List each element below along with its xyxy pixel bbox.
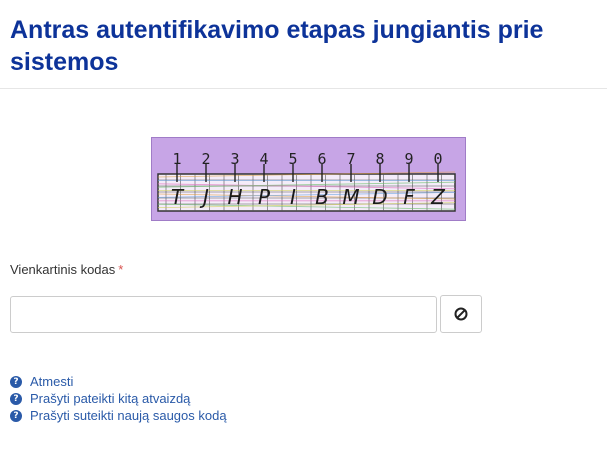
required-marker: * [118, 262, 124, 277]
captcha-char: F [403, 185, 415, 209]
link-row-new-image[interactable]: ? Prašyti pateikti kitą atvaizdą [10, 390, 227, 407]
link-row-reject[interactable]: ? Atmesti [10, 373, 227, 390]
captcha-digit: 9 [404, 150, 413, 168]
captcha-digit: 8 [375, 150, 384, 168]
action-links: ? Atmesti ? Prašyti pateikti kitą atvaiz… [10, 373, 227, 424]
one-time-code-input[interactable] [10, 296, 437, 333]
code-label: Vienkartinis kodas * [10, 262, 123, 277]
request-new-image-link[interactable]: Prašyti pateikti kitą atvaizdą [30, 391, 190, 406]
captcha-image: 1234567890 TJHPIBMDFZ [151, 137, 466, 221]
captcha-digit: 2 [201, 150, 210, 168]
header-divider [0, 88, 607, 89]
captcha-graphic: 1234567890 TJHPIBMDFZ [157, 150, 456, 212]
captcha-digit: 0 [433, 150, 442, 168]
question-circle-icon: ? [10, 392, 22, 405]
page-title: Antras autentifikavimo etapas jungiantis… [10, 16, 544, 76]
captcha-digit: 5 [288, 150, 297, 168]
captcha-digit: 6 [317, 150, 326, 168]
captcha-char: M [342, 185, 359, 209]
captcha-char: T [171, 185, 185, 209]
captcha-digit: 4 [259, 150, 268, 168]
reject-link[interactable]: Atmesti [30, 374, 73, 389]
ban-icon [454, 307, 468, 321]
request-new-code-link[interactable]: Prašyti suteikti naują saugos kodą [30, 408, 227, 423]
question-circle-icon: ? [10, 375, 22, 388]
link-row-new-code[interactable]: ? Prašyti suteikti naują saugos kodą [10, 407, 227, 424]
captcha-char: H [227, 185, 242, 209]
clear-button[interactable] [440, 295, 482, 333]
captcha-char: Z [430, 185, 446, 209]
captcha-digit: 7 [346, 150, 355, 168]
question-circle-icon: ? [10, 409, 22, 422]
captcha-digit: 3 [230, 150, 239, 168]
captcha-char: D [372, 185, 387, 209]
captcha-char: B [315, 185, 329, 209]
captcha-digit: 1 [172, 150, 181, 168]
captcha-char: I [290, 185, 296, 209]
captcha-char: P [258, 185, 271, 209]
code-label-text: Vienkartinis kodas [10, 262, 116, 277]
